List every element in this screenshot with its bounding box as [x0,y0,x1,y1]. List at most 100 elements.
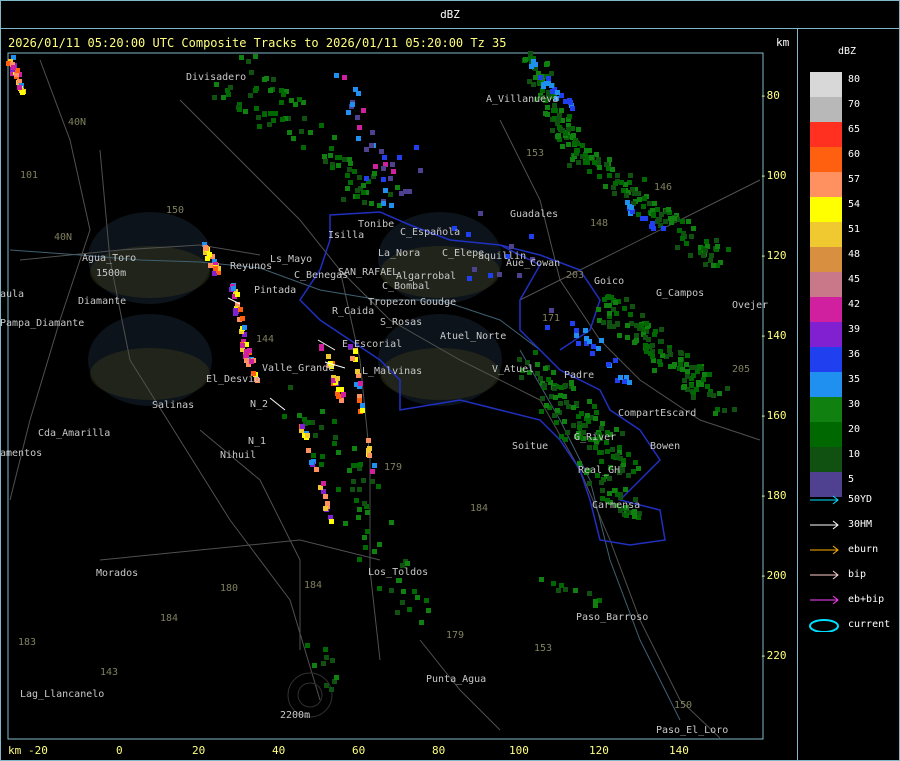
radar-echo-cell [323,506,328,511]
place-label-n-2: N_2 [250,399,269,410]
radar-echo-cell [605,449,610,454]
place-label-diamante: Diamante [78,296,127,307]
place-label-valle-grande: Valle_Grande [262,363,335,374]
place-label-los-toldos: Los_Toldos [368,567,429,578]
radar-echo-cell [356,136,361,141]
radar-echo-cell [361,108,366,113]
legend-value-label: 5 [848,474,855,485]
place-label-v-atuel: V_Atuel [492,364,535,375]
radar-echo-cell [600,488,605,493]
radar-echo-cell [256,115,261,120]
legend-value-label: 54 [848,199,861,210]
radar-echo-cell [407,189,412,194]
radar-echo-cell [551,581,556,586]
radar-echo-cell [615,173,620,178]
radar-echo-cell [357,557,362,562]
place-label-reyunos: Reyunos [230,261,273,272]
route-number-label: 143 [100,667,119,678]
radar-echo-cell [336,163,341,168]
radar-echo-cell [591,344,596,349]
radar-echo-cell [553,395,558,400]
radar-echo-cell [545,112,550,117]
radar-echo-cell [703,262,708,267]
radar-echo-cell [243,109,248,114]
y-tick: -160 [760,409,787,422]
radar-echo-cell [519,375,524,380]
radar-echo-cell [587,445,592,450]
radar-echo-cell [646,337,651,342]
radar-echo-cell [382,155,387,160]
radar-echo-cell [348,180,353,185]
radar-echo-cell [650,343,655,348]
radar-echo-cell [607,324,612,329]
radar-echo-cell [302,116,307,121]
radar-echo-cell [301,145,306,150]
radar-echo-cell [517,357,522,362]
radar-echo-cell [613,358,618,363]
radar-echo-cell [356,91,361,96]
track-legend-label: current [848,619,891,630]
radar-echo-cell [335,376,340,381]
radar-echo-cell [373,164,378,169]
radar-echo-cell [558,401,563,406]
radar-echo-cell [280,117,285,122]
radar-echo-cell [472,267,477,272]
radar-echo-cell [346,110,351,115]
radar-echo-cell [640,216,645,221]
radar-echo-cell [395,610,400,615]
radar-echo-cell [611,185,616,190]
radar-echo-cell [549,71,554,76]
radar-echo-cell [658,349,663,354]
radar-echo-cell [233,308,238,313]
radar-echo-cell [362,535,367,540]
radar-echo-cell [246,59,251,64]
radar-echo-cell [388,176,393,181]
road-line [99,539,381,561]
radar-echo-cell [564,400,569,405]
radar-echo-cell [347,468,352,473]
radar-echo-cell [538,376,543,381]
route-number-label: 183 [18,637,37,648]
radar-echo-cell [553,108,558,113]
radar-echo-cell [268,111,273,116]
radar-echo-cell [732,407,737,412]
radar-echo-cell [361,478,366,483]
radar-echo-cell [466,232,471,237]
radar-echo-cell [356,515,361,520]
radar-echo-cell [249,70,254,75]
radar-echo-cell [593,445,598,450]
place-label-pampa-diamante: Pampa_Diamante [0,318,85,329]
track-arrow-icon [810,545,839,555]
legend-value-label: 20 [848,424,861,435]
radar-echo-cell [566,142,571,147]
radar-echo-cell [544,62,549,67]
place-label-carmensa: Carmensa [592,500,641,511]
radar-echo-cell [358,462,363,467]
route-number-label: 40N [68,117,87,128]
radar-echo-cell [330,658,335,663]
place-label-isilla: Isilla [328,230,365,241]
radar-echo-cell [538,75,543,80]
radar-echo-cell [362,501,367,506]
place-label-tonibe: Tonibe [358,219,395,230]
radar-echo-cell [332,135,337,140]
radar-echo-cell [397,578,402,583]
track-arrow-icon [810,570,839,580]
radar-echo-cell [726,247,731,252]
place-label-paso-barroso: Paso_Barroso [576,612,649,623]
storm-track-arrow [269,397,286,411]
place-label-morados: Morados [96,568,139,579]
legend-value-label: 39 [848,324,861,335]
radar-echo-cell [207,252,212,257]
radar-echo-cell [531,82,536,87]
radar-echo-cell [389,588,394,593]
radar-map[interactable] [0,0,900,761]
y-tick: -120 [760,249,787,262]
track-arrow-icon [810,595,839,605]
radar-echo-cell [659,327,664,332]
radar-echo-cell [332,441,337,446]
legend-value-label: 42 [848,299,861,310]
radar-echo-cell [559,108,564,113]
radar-echo-cell [651,226,656,231]
legend-color-swatch [810,172,842,197]
